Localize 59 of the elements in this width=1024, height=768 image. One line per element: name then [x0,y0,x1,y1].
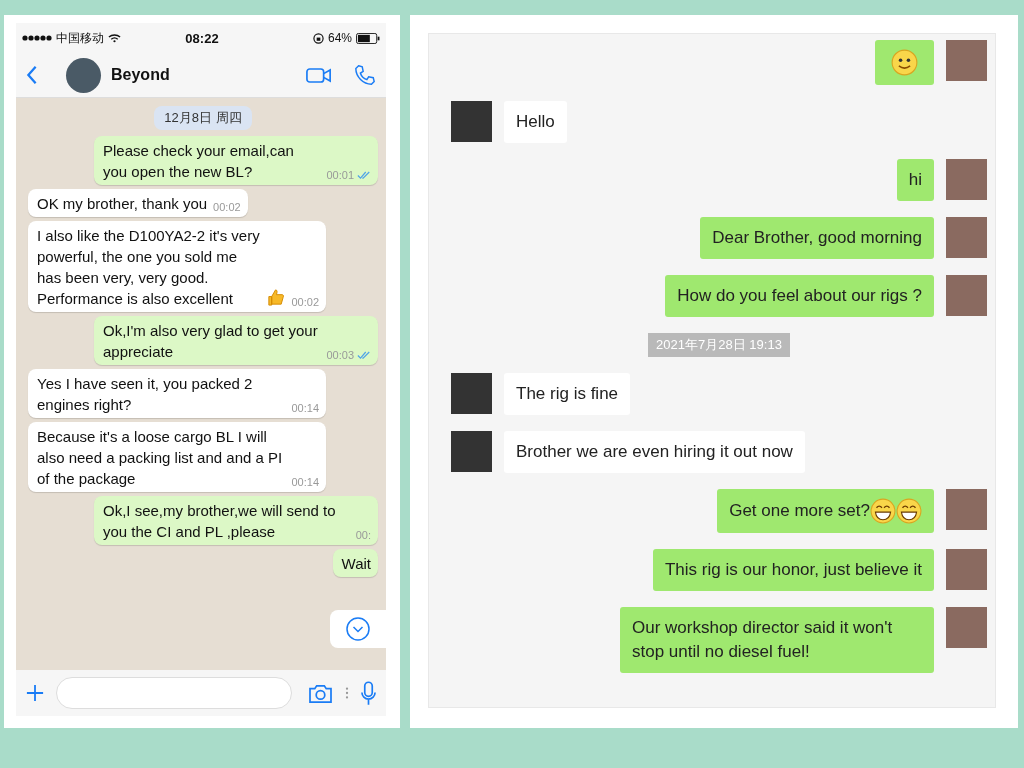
message-time: 00:02 [213,201,241,213]
message-time: 00:14 [291,402,319,414]
contact-name[interactable]: Beyond [111,66,170,84]
contact-avatar [66,57,101,93]
phone-call-icon[interactable] [354,64,376,86]
more-dots-icon[interactable] [345,686,349,700]
message-text: Please check your email,can you open the new BL? [103,141,295,182]
microphone-icon[interactable] [361,680,376,706]
avatar-placeholder [946,217,987,258]
carrier-name: 中国移动 [56,29,104,47]
grinning-face-icon [896,498,922,524]
back-chevron-icon[interactable] [26,65,38,85]
chevron-down-icon [345,616,371,642]
message-text: Yes I have seen it, you packed 2 engines right? [37,374,254,415]
message-input-field[interactable] [56,677,292,709]
message-text: OK my brother, thank you [37,194,208,214]
battery-icon [356,32,380,44]
avatar-placeholder [451,431,492,472]
clock-time: 08:22 [185,30,220,46]
wifi-icon [108,33,121,43]
message-text: Ok,I see,my brother,we will send to you the CI and PL ,please [103,501,337,542]
message-time: 00:01 [326,169,354,181]
date-chip: 12月8日 周四 [154,106,252,130]
avatar-placeholder [946,40,987,81]
grinning-face-icon [870,498,896,524]
avatar-placeholder [946,607,987,648]
message-text: This rig is our honor, just believe it [665,559,922,581]
thumbs-up-icon [266,288,286,307]
message-text: Our workshop director said it won't stop until no diesel fuel! [632,617,894,663]
avatar-placeholder [451,101,492,142]
message-text: Dear Brother, good morning [712,227,922,249]
message-time: 00:02 [291,296,319,308]
message-time: 00: [355,529,371,541]
smiley-icon [891,49,918,76]
rotation-lock-icon [312,32,324,44]
message-text: I also like the D100YA2-2 it's very powerful, the one you sold me has been very, very good. Performance is also excellent [37,226,261,309]
avatar-placeholder [451,373,492,414]
battery-percent: 64% [327,31,352,45]
avatar-placeholder [946,489,987,530]
message-text: hi [908,169,922,191]
message-text: Ok,I'm also very glad to get your appreciate [103,321,319,362]
video-call-icon[interactable] [306,66,332,84]
message-text: Wait [341,554,371,574]
avatar-placeholder [946,549,987,590]
plus-icon[interactable] [26,684,44,702]
scroll-down-button[interactable] [330,610,386,648]
message-text: Get one more set? [729,500,870,522]
avatar-placeholder [946,275,987,316]
message-text: Brother we are even hiring it out now [516,441,793,463]
avatar-placeholder [946,159,987,200]
message-time: 00:14 [291,476,319,488]
message-text: Hello [516,111,555,133]
message-text: The rig is fine [516,383,619,405]
message-text: Because it's a loose cargo BL I will also need a packing list and and a PI of the package [37,427,284,489]
signal-dots-icon [22,35,52,41]
message-text: How do you feel about our rigs ? [677,285,922,307]
camera-icon[interactable] [308,682,333,704]
message-time: 00:03 [326,349,354,361]
timestamp-label: 2021年7月28日 19:13 [648,333,790,357]
